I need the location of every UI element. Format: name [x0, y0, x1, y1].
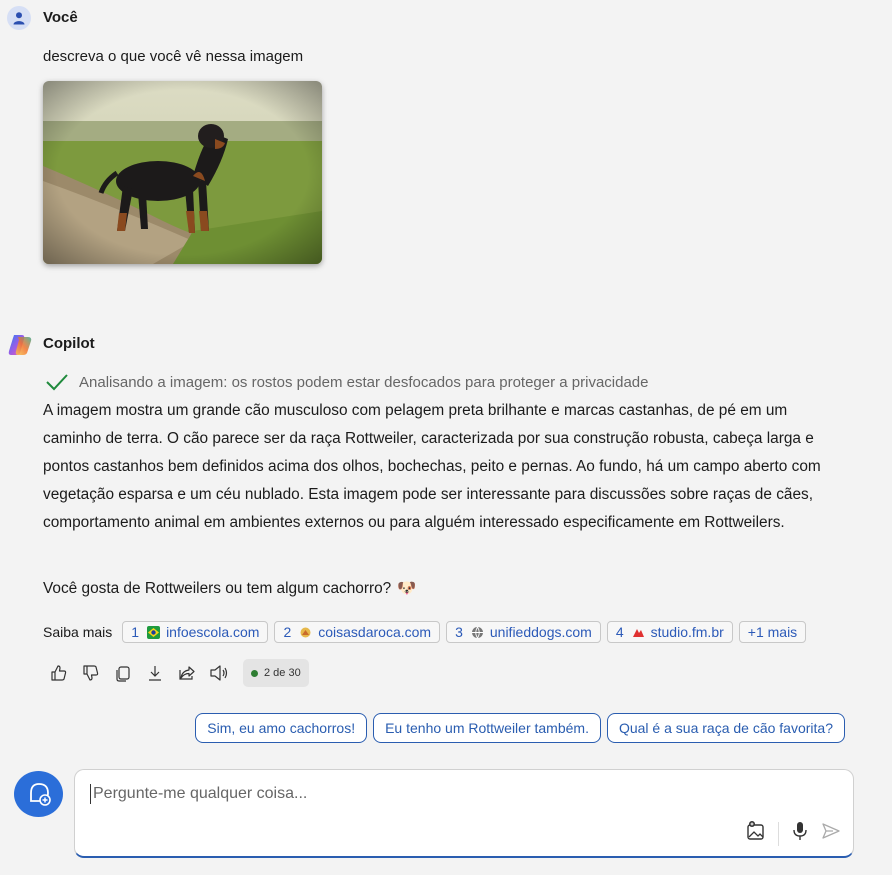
- message-actions: 2 de 30: [47, 659, 309, 687]
- add-image-button[interactable]: [746, 821, 766, 846]
- analysis-status-text: Analisando a imagem: os rostos podem est…: [79, 373, 649, 391]
- source-link-unifieddogs[interactable]: 3 unifieddogs.com: [446, 621, 601, 643]
- suggestion-chip[interactable]: Qual é a sua raça de cão favorita?: [606, 713, 845, 743]
- user-message: descreva o que você vê nessa imagem: [43, 48, 304, 65]
- chat-input[interactable]: [90, 784, 735, 804]
- uploaded-image[interactable]: [43, 81, 322, 264]
- response-counter-text: 2 de 30: [264, 667, 301, 679]
- send-button[interactable]: [821, 821, 841, 846]
- user-name: Você: [43, 9, 78, 26]
- new-chat-icon: [29, 783, 51, 806]
- globe-icon: [471, 626, 483, 639]
- read-aloud-button[interactable]: [207, 659, 231, 687]
- source-link-studiofm[interactable]: 4 studio.fm.br: [606, 621, 733, 643]
- source-link-infoescola[interactable]: 1 infoescola.com: [122, 621, 269, 643]
- rottweiler-photo: [43, 81, 322, 264]
- microphone-icon: [793, 822, 807, 840]
- download-icon: [149, 666, 161, 681]
- suggestion-chips: Sim, eu amo cachorros! Eu tenho um Rottw…: [195, 713, 845, 743]
- brazil-flag-icon: [147, 625, 161, 639]
- assistant-answer: A imagem mostra um grande cão musculoso …: [43, 402, 821, 531]
- like-button[interactable]: [47, 659, 71, 687]
- copilot-logo-icon: [8, 335, 32, 355]
- copy-button[interactable]: [111, 659, 135, 687]
- chat-composer: [74, 769, 854, 858]
- studio-logo-icon: [632, 628, 644, 637]
- status-dot: [251, 669, 258, 677]
- thumbs-down-icon: [83, 665, 99, 681]
- thumbs-up-icon: [51, 665, 67, 681]
- source-number: 3: [455, 624, 463, 640]
- learn-more-row: Saiba mais 1 infoescola.com 2 coisasdaro…: [43, 621, 807, 643]
- speaker-icon: [210, 665, 228, 681]
- learn-more-label: Saiba mais: [43, 624, 113, 640]
- assistant-name: Copilot: [43, 335, 95, 352]
- source-site: infoescola.com: [166, 624, 260, 640]
- dog-emoji: 🐶: [397, 580, 417, 597]
- dislike-button[interactable]: [79, 659, 103, 687]
- checkmark-icon: [46, 374, 68, 391]
- response-counter: 2 de 30: [243, 659, 309, 687]
- source-number: 4: [615, 624, 624, 640]
- send-icon: [822, 823, 840, 839]
- more-sources-button[interactable]: +1 mais: [738, 621, 807, 643]
- divider: [778, 821, 779, 846]
- assistant-question-text: Você gosta de Rottweilers ou tem algum c…: [43, 579, 392, 597]
- export-button[interactable]: [143, 659, 167, 687]
- analysis-status: Analisando a imagem: os rostos podem est…: [45, 372, 649, 392]
- source-site: coisasdaroca.com: [318, 624, 432, 640]
- voice-input-button[interactable]: [791, 821, 809, 846]
- source-number: 2: [283, 624, 292, 640]
- farm-icon: [300, 627, 311, 637]
- assistant-question: Você gosta de Rottweilers ou tem algum c…: [43, 579, 416, 598]
- source-site: studio.fm.br: [650, 624, 724, 640]
- source-site: unifieddogs.com: [489, 624, 592, 640]
- new-topic-button[interactable]: [14, 771, 63, 817]
- copy-icon: [116, 666, 130, 682]
- share-icon: [179, 666, 195, 680]
- source-link-coisasdaroca[interactable]: 2 coisasdaroca.com: [274, 621, 441, 643]
- share-button[interactable]: [175, 659, 199, 687]
- suggestion-chip[interactable]: Sim, eu amo cachorros!: [195, 713, 368, 743]
- source-number: 1: [131, 624, 140, 640]
- image-add-icon: [747, 821, 764, 840]
- user-avatar: [7, 6, 31, 30]
- composer-tools: [746, 821, 841, 846]
- person-icon: [13, 12, 25, 25]
- suggestion-chip[interactable]: Eu tenho um Rottweiler também.: [373, 713, 601, 743]
